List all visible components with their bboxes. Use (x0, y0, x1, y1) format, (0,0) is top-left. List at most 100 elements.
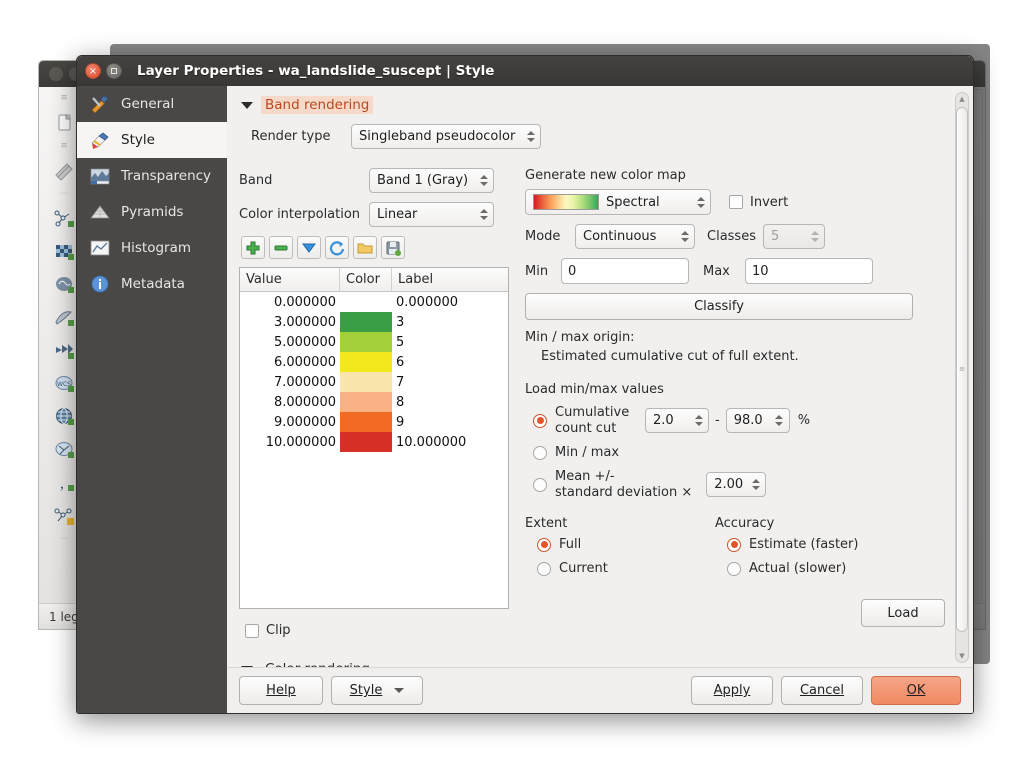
sidebar-label-metadata: Metadata (121, 276, 185, 292)
extent-current-radio[interactable] (537, 561, 551, 576)
cell-value: 0.000000 (273, 294, 336, 310)
table-row[interactable]: 3.000000 3 (240, 312, 508, 332)
accuracy-option-actual[interactable]: Actual (slower) (727, 561, 963, 576)
remove-entry-icon[interactable] (269, 236, 293, 259)
mode-combo[interactable]: Continuous (575, 224, 695, 249)
sort-down-icon[interactable] (297, 236, 321, 259)
classify-button[interactable]: Classify (525, 293, 913, 320)
colormap-table[interactable]: Value Color Label 0.000000 0.000000 3.0000… (239, 267, 509, 609)
sidebar-item-style[interactable]: Style (77, 122, 227, 158)
toolbar-grip[interactable]: ≡ (60, 93, 69, 105)
color-ramp-combo[interactable]: Spectral (525, 189, 711, 215)
render-type-combo[interactable]: Singleband pseudocolor (351, 124, 541, 149)
color-rendering-header[interactable]: Color rendering (241, 660, 509, 667)
add-entry-icon[interactable] (241, 236, 265, 259)
toolbar-grip-4[interactable]: ⋯ (60, 534, 70, 546)
chevron-down-icon[interactable] (241, 101, 253, 109)
cell-color-swatch[interactable] (340, 372, 392, 392)
stddev-radio[interactable] (533, 477, 547, 492)
scroll-down-icon[interactable]: ▼ (956, 650, 968, 662)
cumulative-low-spinbox[interactable]: 2.0 (645, 408, 709, 434)
cell-value: 3.000000 (273, 314, 336, 330)
invert-checkbox[interactable] (729, 195, 743, 209)
table-row[interactable]: 6.000000 6 (240, 352, 508, 372)
table-row[interactable]: 8.000000 8 (240, 392, 508, 412)
extent-option-full[interactable]: Full (537, 537, 715, 552)
chevron-down-icon-2[interactable] (241, 665, 253, 667)
accuracy-estimate-radio[interactable] (727, 537, 741, 552)
info-icon (87, 273, 113, 295)
accuracy-actual-radio[interactable] (727, 561, 741, 576)
apply-label: Apply (713, 683, 751, 698)
toolbar-grip-3[interactable]: ⋯ (60, 189, 70, 201)
colormap-table-header: Value Color Label (240, 268, 508, 292)
load-button[interactable]: Load (861, 599, 945, 628)
toolbar-grip-2[interactable]: ≡ (60, 141, 69, 153)
classes-value: 5 (771, 229, 780, 244)
help-button[interactable]: Help (239, 676, 323, 705)
cell-label: 7 (396, 374, 405, 390)
table-row[interactable]: 10.000000 10.000000 (240, 432, 508, 452)
mode-value: Continuous (583, 229, 657, 244)
cumulative-low-chevrons (693, 415, 704, 427)
cumulative-radio[interactable] (533, 413, 547, 428)
sidebar-item-metadata[interactable]: Metadata (77, 266, 227, 302)
color-interpolation-combo[interactable]: Linear (369, 202, 494, 227)
band-rendering-header[interactable]: Band rendering (241, 96, 963, 114)
apply-button[interactable]: Apply (691, 676, 773, 705)
ok-button[interactable]: OK (871, 676, 961, 705)
cell-color-swatch[interactable] (340, 352, 392, 372)
cell-color-swatch[interactable] (340, 392, 392, 412)
cell-color-swatch[interactable] (340, 292, 392, 312)
max-input[interactable]: 10 (745, 258, 873, 284)
qgis-close-button[interactable] (49, 67, 63, 81)
cell-color-swatch[interactable] (340, 432, 392, 452)
classes-spinbox[interactable]: 5 (763, 224, 825, 249)
hammer-wrench-icon (87, 93, 113, 115)
minmax-option-row[interactable]: Min / max (533, 445, 963, 460)
sidebar-item-general[interactable]: General (77, 86, 227, 122)
minmax-radio[interactable] (533, 445, 547, 460)
close-icon[interactable]: × (85, 63, 101, 79)
table-row[interactable]: 0.000000 0.000000 (240, 292, 508, 312)
content-scrollbar[interactable]: ▲ ≡ ▼ (955, 92, 969, 663)
sidebar-item-transparency[interactable]: Transparency (77, 158, 227, 194)
cell-color-swatch[interactable] (340, 332, 392, 352)
maximize-icon[interactable] (106, 63, 122, 79)
scroll-up-icon[interactable]: ▲ (956, 93, 968, 105)
scrollbar-thumb[interactable]: ≡ (956, 107, 968, 632)
extent-full-label: Full (559, 537, 582, 553)
statusbar-text: 1 leg (49, 609, 79, 624)
table-row[interactable]: 5.000000 5 (240, 332, 508, 352)
band-combo[interactable]: Band 1 (Gray) (369, 168, 494, 193)
cell-color-swatch[interactable] (340, 312, 392, 332)
sidebar-item-histogram[interactable]: Histogram (77, 230, 227, 266)
extent-full-radio[interactable] (537, 537, 551, 552)
ramp-row: Spectral Invert (525, 189, 963, 215)
style-menu-button[interactable]: Style (331, 676, 423, 705)
sidebar-item-pyramids[interactable]: Pyramids (77, 194, 227, 230)
clip-row[interactable]: Clip (245, 623, 509, 638)
cell-color-swatch[interactable] (340, 412, 392, 432)
clip-checkbox[interactable] (245, 623, 259, 638)
min-label: Min (525, 263, 549, 279)
min-input[interactable]: 0 (561, 258, 689, 284)
stddev-spinbox[interactable]: 2.00 (706, 472, 767, 498)
table-row[interactable]: 7.000000 7 (240, 372, 508, 392)
refresh-icon[interactable] (325, 236, 349, 259)
cumulative-high-spinbox[interactable]: 98.0 (725, 408, 790, 434)
table-row[interactable]: 9.000000 9 (240, 412, 508, 432)
paintbrush-icon (87, 129, 113, 151)
cumulative-label-line2: count cut (555, 420, 617, 436)
max-value: 10 (752, 263, 769, 279)
cell-value: 10.000000 (265, 434, 336, 450)
style-label: Style (349, 683, 383, 698)
stddev-label: Mean +/- standard deviation × (555, 469, 692, 500)
load-colormap-icon[interactable] (353, 236, 377, 259)
accuracy-option-estimate[interactable]: Estimate (faster) (727, 537, 963, 552)
render-type-label: Render type (251, 129, 331, 144)
extent-option-current[interactable]: Current (537, 561, 715, 576)
cancel-button[interactable]: Cancel (781, 676, 863, 705)
header-value: Value (240, 268, 340, 291)
save-colormap-icon[interactable] (381, 236, 405, 259)
